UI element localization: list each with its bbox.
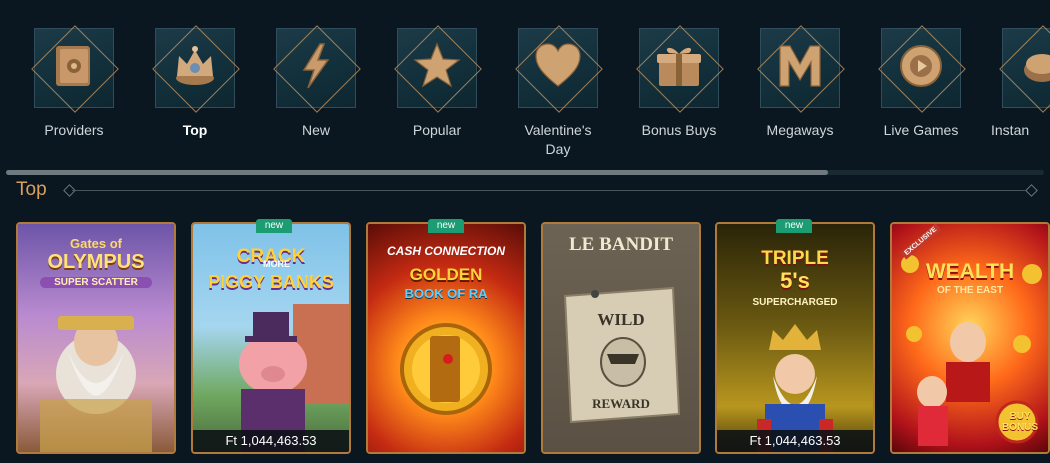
category-label: Providers bbox=[44, 122, 104, 138]
game-title-line: WEALTH bbox=[925, 260, 1015, 283]
game-thumbnail: Gates of OLYMPUS SUPER SCATTER bbox=[18, 224, 174, 452]
crown-icon bbox=[176, 46, 214, 85]
category-label: Valentine's Day bbox=[524, 122, 592, 157]
category-popular[interactable]: Popular bbox=[377, 22, 497, 140]
category-strip: Providers Top New Popular Valentine's Da… bbox=[0, 0, 1050, 170]
game-card-triple-5s-supercharged[interactable]: TRIPLE 5's SUPERCHARGED Ft 1,044,463.53 bbox=[715, 222, 875, 454]
book-gear-icon bbox=[56, 46, 90, 86]
category-tile bbox=[152, 25, 240, 113]
game-title-line: CASH CONNECTION bbox=[386, 244, 505, 258]
jackpot-amount: Ft 1,044,463.53 bbox=[193, 430, 349, 452]
category-tile bbox=[31, 25, 119, 113]
game-thumbnail: LE BANDIT WILD REWARD bbox=[543, 224, 699, 452]
game-thumbnail: TRIPLE 5's SUPERCHARGED bbox=[717, 224, 873, 452]
game-card-wealth-of-the-east[interactable]: EXCLUSIVE WEALTH OF THE EAST BUY BONUS bbox=[890, 222, 1050, 454]
heart-icon bbox=[535, 43, 581, 87]
game-title-line: GOLDEN bbox=[409, 265, 483, 284]
game-thumbnail: EXCLUSIVE WEALTH OF THE EAST BUY BONUS bbox=[892, 224, 1048, 452]
new-badge: new bbox=[428, 219, 464, 233]
category-instant[interactable]: Instan bbox=[982, 22, 1050, 140]
new-badge: new bbox=[256, 219, 292, 233]
casino-chip-icon bbox=[900, 45, 942, 87]
category-tile bbox=[999, 25, 1050, 113]
instant-icon bbox=[1024, 54, 1050, 82]
game-title-line: MORE bbox=[263, 259, 290, 269]
category-tile bbox=[273, 25, 361, 113]
category-tile bbox=[757, 25, 845, 113]
game-card-gates-of-olympus[interactable]: Gates of OLYMPUS SUPER SCATTER bbox=[16, 222, 176, 454]
game-card-golden-book-of-ra[interactable]: CASH CONNECTION GOLDEN BOOK OF RA bbox=[366, 222, 526, 454]
section-title: Top bbox=[16, 179, 47, 200]
game-title-line: SUPER SCATTER bbox=[40, 277, 152, 288]
category-label: Top bbox=[182, 122, 208, 138]
category-tile bbox=[878, 25, 966, 113]
category-live-games[interactable]: Live Games bbox=[861, 22, 981, 140]
category-providers[interactable]: Providers bbox=[14, 22, 134, 140]
letter-m-icon bbox=[779, 45, 821, 87]
game-card-crack-more-piggy-banks[interactable]: CRACK MORE PIGGY BANKS Ft 1,044,463.53 bbox=[191, 222, 351, 454]
game-thumbnail: CASH CONNECTION GOLDEN BOOK OF RA bbox=[368, 224, 524, 452]
category-valentines-day[interactable]: Valentine's Day bbox=[498, 22, 618, 159]
game-title-line: LE BANDIT bbox=[569, 234, 673, 255]
category-label: Live Games bbox=[883, 122, 959, 138]
game-title-line: Gates of bbox=[69, 236, 122, 251]
divider-diamond-right bbox=[1025, 184, 1038, 197]
game-title-line: TRIPLE bbox=[761, 248, 829, 269]
category-label: Bonus Buys bbox=[641, 122, 717, 138]
lightning-icon bbox=[302, 43, 330, 89]
category-top[interactable]: Top bbox=[135, 22, 255, 140]
star-icon bbox=[413, 42, 461, 88]
category-label: Popular bbox=[412, 122, 462, 138]
game-title-line: REWARD bbox=[592, 396, 650, 411]
game-title-line: 5's bbox=[780, 268, 810, 293]
game-title-line: PIGGY BANKS bbox=[208, 272, 334, 292]
category-label: New bbox=[301, 122, 330, 138]
new-badge: new bbox=[776, 219, 812, 233]
game-title-line: OLYMPUS bbox=[47, 251, 145, 273]
category-tile bbox=[394, 25, 482, 113]
category-new[interactable]: New bbox=[256, 22, 376, 140]
game-title-line: BUY BONUS bbox=[1001, 411, 1039, 433]
game-title-line: BOOK OF RA bbox=[404, 286, 488, 301]
game-title-line: OF THE EAST bbox=[936, 285, 1004, 296]
category-label: Megaways bbox=[766, 122, 834, 138]
category-tile bbox=[515, 25, 603, 113]
game-title-line: SUPERCHARGED bbox=[752, 297, 838, 308]
category-scrollbar-thumb[interactable] bbox=[6, 170, 828, 175]
gift-box-icon bbox=[657, 47, 701, 86]
game-title-line: WILD bbox=[597, 310, 645, 329]
game-thumbnail: CRACK MORE PIGGY BANKS bbox=[193, 224, 349, 452]
game-card-le-bandit[interactable]: LE BANDIT WILD REWARD bbox=[541, 222, 701, 454]
category-bonus-buys[interactable]: Bonus Buys bbox=[619, 22, 739, 140]
category-megaways[interactable]: Megaways bbox=[740, 22, 860, 140]
category-tile bbox=[636, 25, 724, 113]
category-label: Instan bbox=[991, 122, 1030, 138]
section-divider bbox=[72, 190, 1030, 191]
jackpot-amount: Ft 1,044,463.53 bbox=[717, 430, 873, 452]
